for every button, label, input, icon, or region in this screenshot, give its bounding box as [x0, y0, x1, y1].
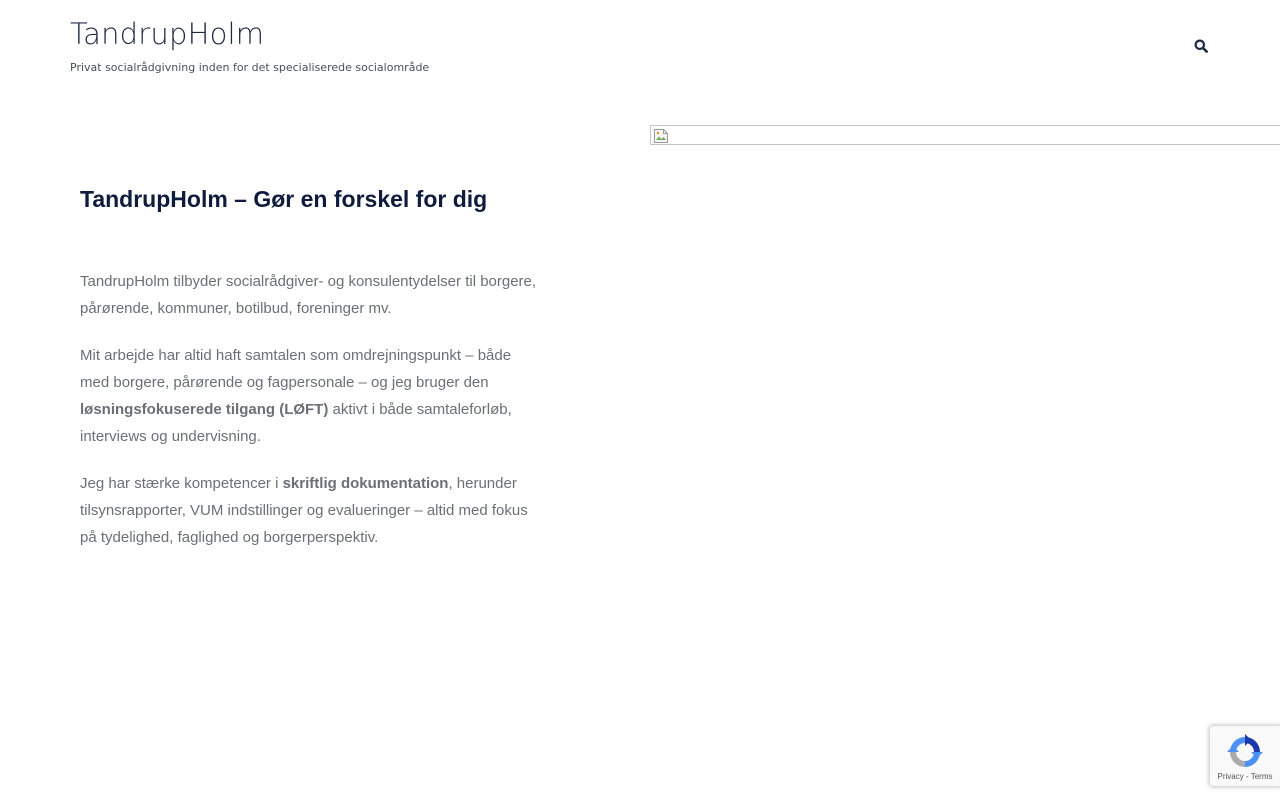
- recaptcha-badge[interactable]: Privacy - Terms: [1210, 726, 1280, 786]
- approach-text-before: Mit arbejde har altid haft samtalen som …: [80, 347, 512, 391]
- search-icon: [1194, 39, 1208, 53]
- main-content: TandrupHolm – Gør en forskel for dig Tan…: [80, 180, 540, 551]
- intro-paragraph: TandrupHolm tilbyder socialrådgiver- og …: [80, 268, 540, 322]
- recaptcha-privacy-link[interactable]: Privacy: [1218, 772, 1244, 781]
- competence-text-before: Jeg har stærke kompetencer i: [80, 475, 283, 492]
- competence-paragraph: Jeg har stærke kompetencer i skriftlig d…: [80, 470, 540, 551]
- site-header: TandrupHolm Privat socialrådgivning inde…: [0, 0, 1280, 100]
- broken-image-icon: [654, 129, 668, 143]
- hero-image-placeholder: [650, 125, 1280, 145]
- intro-text: TandrupHolm tilbyder socialrådgiver- og …: [80, 273, 537, 317]
- page-heading: TandrupHolm – Gør en forskel for dig: [80, 186, 488, 212]
- recaptcha-separator: -: [1243, 772, 1251, 781]
- recaptcha-icon: [1227, 734, 1263, 767]
- recaptcha-links: Privacy - Terms: [1210, 772, 1280, 782]
- competence-highlight: skriftlig dokumentation: [282, 475, 449, 492]
- search-button[interactable]: [1189, 34, 1213, 58]
- site-title-link[interactable]: TandrupHolm: [70, 14, 264, 54]
- site-tagline: Privat socialrådgivning inden for det sp…: [70, 61, 430, 74]
- recaptcha-terms-link[interactable]: Terms: [1251, 772, 1273, 781]
- approach-highlight: løsningsfokuserede tilgang (LØFT): [80, 401, 329, 418]
- approach-paragraph: Mit arbejde har altid haft samtalen som …: [80, 342, 540, 450]
